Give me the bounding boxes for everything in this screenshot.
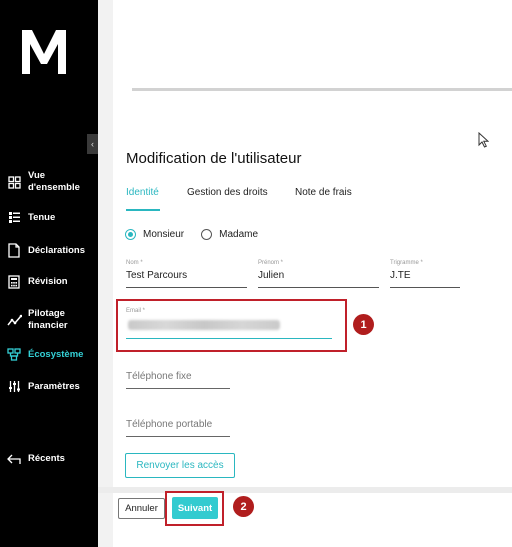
tab-note-de-frais[interactable]: Note de frais: [295, 187, 352, 198]
sidebar-item-label: Déclarations: [28, 244, 86, 256]
tab-identite[interactable]: Identité: [126, 187, 159, 198]
next-button[interactable]: Suivant: [172, 497, 218, 519]
email-label: Email *: [126, 308, 146, 314]
sidebar-item-revision[interactable]: Révision: [0, 275, 98, 289]
annotation-badge-1: 1: [353, 314, 374, 335]
tab-gestion-droits[interactable]: Gestion des droits: [187, 187, 268, 198]
mouse-cursor-icon: [478, 132, 489, 148]
email-value-redacted: [128, 320, 280, 330]
civility-radio-group: Monsieur Madame: [125, 229, 275, 240]
sidebar-item-label: Récents: [28, 453, 65, 464]
sidebar-item-declarations[interactable]: Déclarations: [0, 243, 98, 258]
sidebar-item-vue-ensemble[interactable]: Vue d'ensemble: [0, 170, 98, 194]
active-tab-indicator: [126, 209, 160, 211]
radio-monsieur[interactable]: [125, 229, 136, 240]
back-arrow-icon: [0, 454, 28, 465]
annotation-badge-2: 2: [233, 496, 254, 517]
prenom-label: Prénom *: [258, 260, 284, 266]
sidebar-item-label: Paramètres: [28, 380, 80, 392]
document-icon: [0, 243, 28, 258]
sidebar-item-parametres[interactable]: Paramètres: [0, 380, 98, 393]
telephone-fixe-field[interactable]: Téléphone fixe: [126, 371, 230, 389]
sidebar-item-label: Écosystème: [28, 348, 84, 360]
radio-label-madame: Madame: [219, 229, 259, 240]
calculator-icon: [0, 275, 28, 289]
sidebar-item-label: Pilotage financier: [28, 308, 68, 331]
sliders-icon: [0, 380, 28, 393]
prenom-value: Julien: [258, 270, 285, 281]
trigramme-field[interactable]: Trigramme * J.TE: [390, 260, 460, 288]
sidebar-item-label: Vue d'ensemble: [28, 170, 80, 193]
sidebar-item-pilotage[interactable]: Pilotage financier: [0, 308, 98, 332]
logo: [22, 30, 66, 74]
sidebar-item-label: Révision: [28, 276, 68, 287]
dashboard-icon: [0, 175, 28, 189]
trend-icon: [0, 314, 28, 327]
list-icon: [0, 211, 28, 224]
footer-divider: [98, 487, 512, 493]
header-divider: [132, 88, 512, 91]
email-field[interactable]: Email *: [126, 308, 326, 314]
radio-label-monsieur: Monsieur: [143, 229, 185, 240]
resend-access-button[interactable]: Renvoyer les accès: [125, 453, 235, 478]
sidebar-item-ecosysteme[interactable]: Écosystème: [0, 348, 98, 361]
telephone-portable-field[interactable]: Téléphone portable: [126, 419, 230, 437]
nom-field[interactable]: Nom * Test Parcours: [126, 260, 247, 288]
telephone-fixe-placeholder: Téléphone fixe: [126, 371, 192, 382]
sidebar-collapse-button[interactable]: ‹: [87, 134, 98, 154]
ecosystem-icon: [0, 348, 28, 361]
prenom-field[interactable]: Prénom * Julien: [258, 260, 379, 288]
email-underline: [126, 338, 332, 339]
trigramme-value: J.TE: [390, 270, 411, 281]
nom-value: Test Parcours: [126, 270, 188, 281]
sidebar-item-recents[interactable]: Récents: [0, 453, 98, 465]
telephone-portable-placeholder: Téléphone portable: [126, 419, 213, 430]
page-gutter: [98, 0, 113, 547]
page-title: Modification de l'utilisateur: [126, 150, 302, 167]
sidebar-item-tenue[interactable]: Tenue: [0, 211, 98, 224]
sidebar: ‹ Vue d'ensemble Tenue Déclarations Révis…: [0, 0, 98, 547]
sidebar-item-label: Tenue: [28, 211, 56, 223]
trigramme-label: Trigramme *: [390, 260, 423, 266]
cancel-button[interactable]: Annuler: [118, 498, 165, 519]
nom-label: Nom *: [126, 260, 143, 266]
radio-madame[interactable]: [201, 229, 213, 240]
